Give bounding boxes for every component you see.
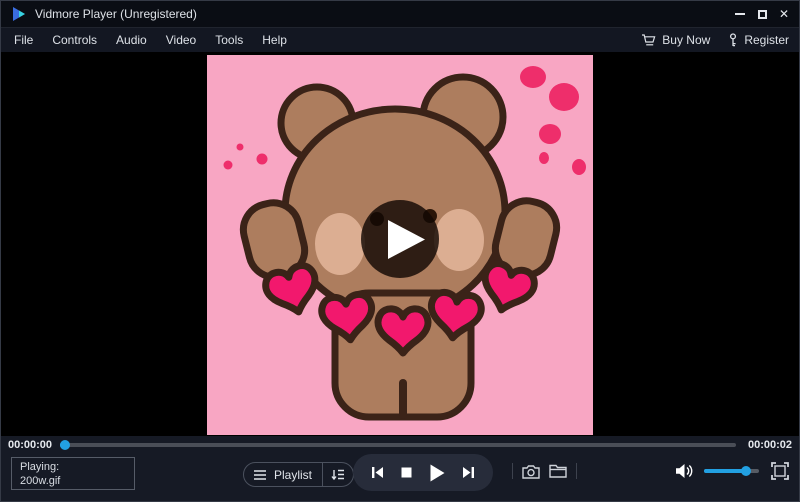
play-order-button[interactable]	[323, 463, 353, 486]
speaker-icon	[676, 464, 693, 478]
player-window: Vidmore Player (Unregistered) ✕ File Con…	[0, 0, 800, 502]
maximize-button[interactable]	[755, 6, 769, 22]
list-icon	[254, 469, 266, 480]
window-title: Vidmore Player (Unregistered)	[35, 7, 197, 21]
playing-label: Playing:	[20, 461, 60, 473]
menu-help[interactable]: Help	[262, 33, 287, 47]
video-frame	[207, 55, 593, 435]
seek-thumb[interactable]	[60, 440, 71, 450]
divider	[576, 463, 577, 479]
minimize-button[interactable]	[733, 6, 747, 22]
register-label: Register	[744, 33, 789, 47]
play-button[interactable]	[429, 464, 445, 482]
open-snapshot-folder-button[interactable]	[549, 464, 567, 478]
overlay-play-button[interactable]	[361, 200, 439, 278]
mute-button[interactable]	[675, 463, 694, 479]
menu-file[interactable]: File	[14, 33, 33, 47]
video-area[interactable]	[1, 52, 799, 438]
previous-icon	[372, 467, 383, 478]
volume-thumb[interactable]	[740, 466, 751, 476]
playlist-button[interactable]: Playlist	[244, 463, 322, 486]
minimize-icon	[735, 13, 745, 15]
next-icon	[463, 467, 474, 478]
buy-now-button[interactable]: Buy Now	[641, 33, 710, 47]
snapshot-group	[512, 462, 577, 480]
previous-button[interactable]	[371, 466, 384, 479]
camera-icon	[522, 464, 540, 479]
play-order-icon	[331, 469, 345, 480]
total-time: 00:00:02	[747, 439, 792, 451]
menu-audio[interactable]: Audio	[116, 33, 147, 47]
snapshot-button[interactable]	[522, 464, 540, 479]
register-button[interactable]: Register	[728, 33, 789, 47]
menubar-right: Buy Now Register	[641, 33, 789, 47]
playlist-control: Playlist	[243, 462, 355, 487]
window-controls: ✕	[733, 6, 791, 22]
elapsed-time: 00:00:00	[8, 439, 53, 451]
playlist-label: Playlist	[274, 467, 313, 482]
buy-now-label: Buy Now	[662, 33, 711, 47]
maximize-icon	[757, 9, 767, 19]
control-bar: 00:00:00 00:00:02 Playing: 200w.gif Play…	[1, 436, 799, 501]
key-icon	[730, 33, 737, 47]
titlebar: Vidmore Player (Unregistered) ✕	[1, 1, 799, 28]
now-playing-box: Playing: 200w.gif	[11, 457, 135, 490]
volume-fill	[704, 469, 746, 473]
fullscreen-icon	[771, 462, 789, 480]
cart-icon	[642, 33, 656, 45]
close-button[interactable]: ✕	[777, 6, 791, 22]
bear-hearts-gif-frame	[207, 55, 593, 435]
close-icon: ✕	[778, 7, 790, 21]
playing-filename: 200w.gif	[20, 475, 61, 487]
menu-video[interactable]: Video	[166, 33, 196, 47]
vidmore-logo-icon	[13, 7, 25, 21]
next-button[interactable]	[462, 466, 475, 479]
menu-items: File Controls Audio Video Tools Help	[14, 33, 287, 47]
seek-row: 00:00:00 00:00:02	[1, 436, 799, 454]
menu-controls[interactable]: Controls	[52, 33, 97, 47]
volume-group	[675, 462, 759, 480]
stop-button[interactable]	[401, 467, 412, 478]
seek-bar[interactable]	[60, 440, 736, 450]
menu-tools[interactable]: Tools	[215, 33, 243, 47]
folder-icon	[549, 464, 567, 478]
stop-icon	[401, 467, 412, 478]
fullscreen-button[interactable]	[771, 462, 789, 480]
divider	[512, 463, 513, 479]
volume-slider[interactable]	[704, 466, 759, 476]
play-icon	[430, 464, 445, 481]
controls-row: Playing: 200w.gif Playlist	[1, 454, 799, 501]
playback-controls	[353, 454, 493, 491]
menubar: File Controls Audio Video Tools Help Buy…	[1, 28, 799, 52]
